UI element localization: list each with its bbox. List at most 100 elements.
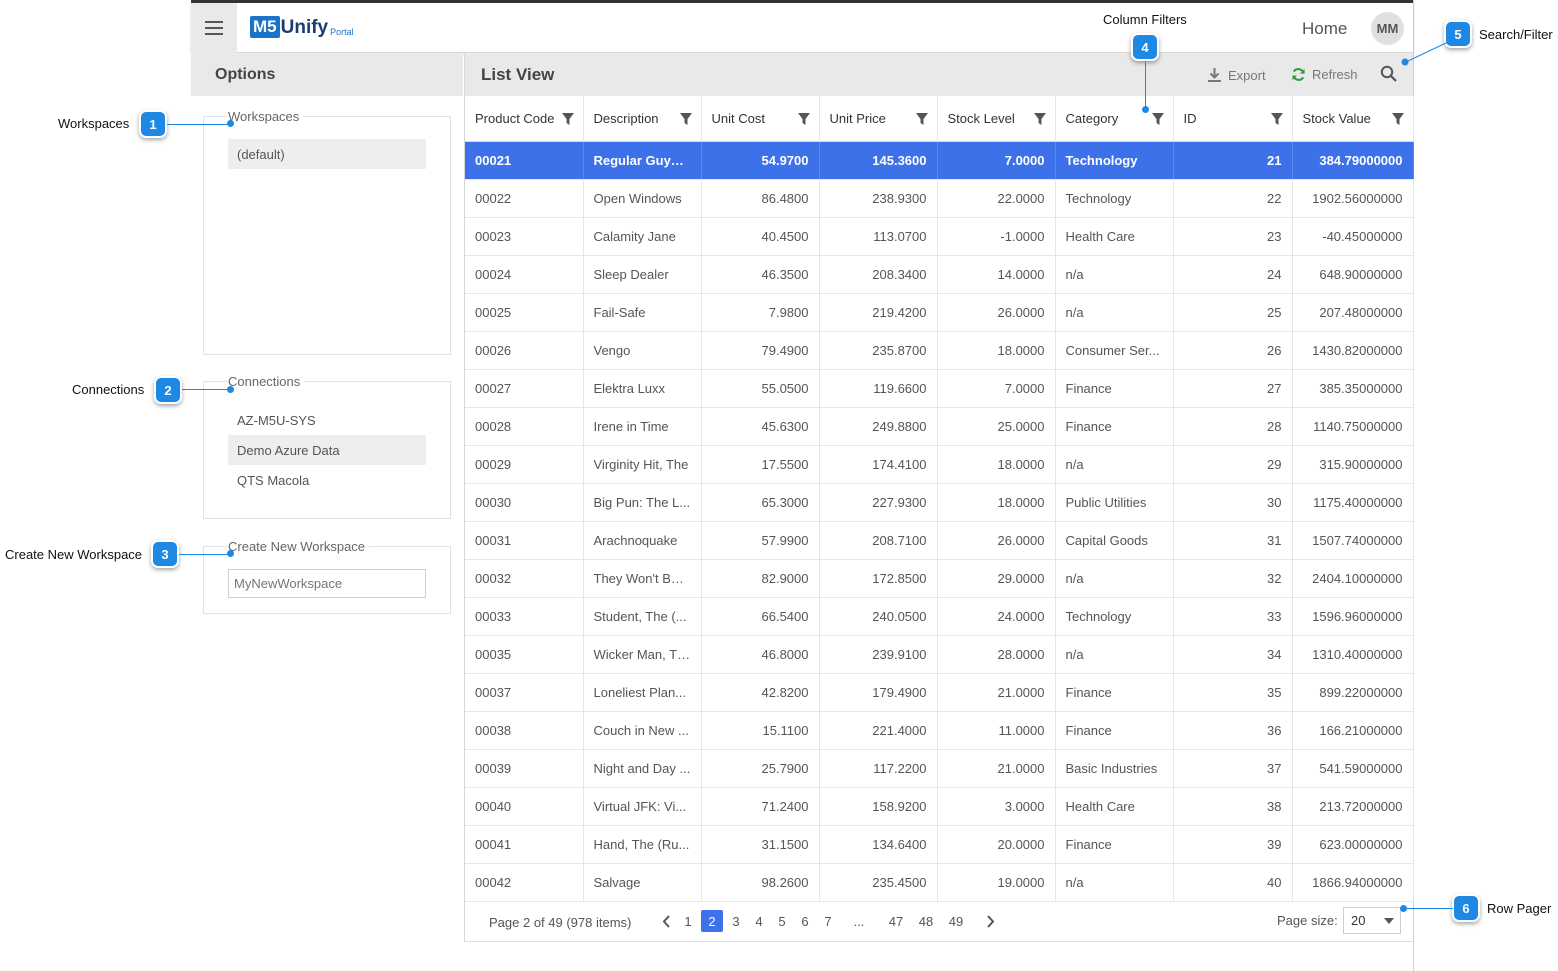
callout-badge-3: 3: [151, 540, 179, 568]
callout-label-workspaces: Workspaces: [58, 116, 130, 131]
table-row[interactable]: 00038 Couch in New ... 15.1100 221.4000 11.0…: [465, 711, 1414, 750]
page-button[interactable]: 2: [701, 910, 723, 932]
table-cell: 28.0000: [937, 635, 1056, 674]
table-row[interactable]: 00041 Hand, The (Ru... 31.1500 134.6400 20.0…: [465, 825, 1414, 864]
export-button[interactable]: Export: [1207, 67, 1266, 83]
table-row[interactable]: 00026 Vengo 79.4900 235.8700 18.0000 Consumer…: [465, 331, 1414, 370]
table-row[interactable]: 00042 Salvage 98.2600 235.4500 19.0000 n/a 40 1…: [465, 863, 1414, 902]
table-cell: 249.8800: [819, 407, 938, 446]
table-cell: They Won't Bel...: [583, 559, 702, 598]
column-header[interactable]: Unit Cost: [701, 96, 820, 142]
table-row[interactable]: 00030 Big Pun: The L... 65.3000 227.9300 18.…: [465, 483, 1414, 522]
table-row[interactable]: 00029 Virginity Hit, The 17.5500 174.4100 18…: [465, 445, 1414, 484]
page-button[interactable]: 1: [677, 910, 699, 932]
table-cell: 40.4500: [701, 217, 820, 256]
filter-icon[interactable]: [915, 113, 928, 128]
table-cell: Finance: [1055, 711, 1174, 750]
next-page-icon[interactable]: [979, 910, 1001, 932]
table-cell: 208.7100: [819, 521, 938, 560]
page-button[interactable]: 7: [817, 910, 839, 932]
column-header-label: Category: [1065, 110, 1119, 126]
list-view-title: List View: [481, 65, 555, 84]
table-row[interactable]: 00032 They Won't Bel... 82.9000 172.8500 29.…: [465, 559, 1414, 598]
table-cell: 33: [1173, 597, 1293, 636]
workspace-item-default[interactable]: (default): [228, 139, 426, 169]
table-cell: 21.0000: [937, 673, 1056, 712]
table-row[interactable]: 00027 Elektra Luxx 55.0500 119.6600 7.0000 Fi…: [465, 369, 1414, 408]
table-cell: Health Care: [1055, 217, 1174, 256]
export-label: Export: [1228, 67, 1266, 83]
new-workspace-input[interactable]: [228, 569, 426, 598]
table-cell: 25.7900: [701, 749, 820, 788]
table-row[interactable]: 00025 Fail-Safe 7.9800 219.4200 26.0000 n/a 25…: [465, 293, 1414, 332]
page-size-select[interactable]: 20: [1343, 907, 1401, 934]
table-row[interactable]: 00022 Open Windows 86.4800 238.9300 22.0000 T…: [465, 179, 1414, 218]
page-button[interactable]: 5: [771, 910, 793, 932]
page-button[interactable]: 47: [885, 910, 907, 932]
app-header: M5 Unify Portal Home MM: [191, 3, 1413, 53]
page-button[interactable]: 4: [748, 910, 770, 932]
table-row[interactable]: 00024 Sleep Dealer 46.3500 208.3400 14.0000 n…: [465, 255, 1414, 294]
table-row[interactable]: 00023 Calamity Jane 40.4500 113.0700 -1.0000…: [465, 217, 1414, 256]
filter-icon[interactable]: [1151, 113, 1164, 128]
refresh-label: Refresh: [1312, 67, 1358, 82]
table-cell: 40: [1173, 863, 1293, 902]
table-cell: Calamity Jane: [583, 217, 702, 256]
connection-item-selected[interactable]: Demo Azure Data: [228, 435, 426, 465]
table-row[interactable]: 00037 Loneliest Plan... 42.8200 179.4900 21.…: [465, 673, 1414, 712]
table-cell: Technology: [1055, 597, 1174, 636]
table-row[interactable]: 00031 Arachnoquake 57.9900 208.7100 26.0000 C…: [465, 521, 1414, 560]
table-row[interactable]: 00040 Virtual JFK: Vi... 71.2400 158.9200 3.…: [465, 787, 1414, 826]
table-cell: 899.22000000: [1292, 673, 1414, 712]
page-ellipsis: ...: [853, 913, 865, 929]
page-button[interactable]: 3: [725, 910, 747, 932]
column-header[interactable]: ID: [1173, 96, 1293, 142]
callout-dot: [1400, 905, 1407, 912]
table-cell: 31.1500: [701, 825, 820, 864]
home-link[interactable]: Home: [1302, 19, 1347, 39]
table-cell: 00025: [465, 293, 584, 332]
callout-badge-2: 2: [154, 376, 182, 404]
table-cell: Consumer Ser...: [1055, 331, 1174, 370]
filter-icon[interactable]: [1033, 113, 1046, 128]
table-row[interactable]: 00033 Student, The (... 66.5400 240.0500 24.…: [465, 597, 1414, 636]
connection-item[interactable]: AZ-M5U-SYS: [228, 405, 426, 435]
connection-item[interactable]: QTS Macola: [228, 465, 426, 495]
prev-page-icon[interactable]: [655, 910, 677, 932]
table-row[interactable]: 00039 Night and Day ... 25.7900 117.2200 21.…: [465, 749, 1414, 788]
refresh-button[interactable]: Refresh: [1291, 67, 1358, 82]
search-icon[interactable]: [1380, 65, 1398, 86]
table-cell: 1866.94000000: [1292, 863, 1414, 902]
table-cell: 18.0000: [937, 331, 1056, 370]
table-row[interactable]: 00035 Wicker Man, The 46.8000 239.9100 28.00…: [465, 635, 1414, 674]
filter-icon[interactable]: [1270, 113, 1283, 128]
column-header[interactable]: Stock Value: [1292, 96, 1414, 142]
column-header[interactable]: Product Code: [465, 96, 584, 142]
table-cell: 235.4500: [819, 863, 938, 902]
table-cell: n/a: [1055, 559, 1174, 598]
table-cell: 22.0000: [937, 179, 1056, 218]
page-size-label: Page size:: [1277, 913, 1338, 928]
column-header[interactable]: Stock Level: [937, 96, 1056, 142]
logo-unify: Unify: [280, 17, 329, 38]
filter-icon[interactable]: [679, 113, 692, 128]
create-workspace-group: Create New Workspace: [203, 539, 451, 614]
column-header[interactable]: Unit Price: [819, 96, 938, 142]
column-header[interactable]: Description: [583, 96, 702, 142]
page-button[interactable]: 48: [915, 910, 937, 932]
table-cell: Hand, The (Ru...: [583, 825, 702, 864]
callout-dot: [227, 550, 234, 557]
page-button[interactable]: 49: [945, 910, 967, 932]
filter-icon[interactable]: [797, 113, 810, 128]
page-button[interactable]: 6: [794, 910, 816, 932]
callout-line: [1404, 908, 1453, 909]
menu-icon[interactable]: [191, 3, 237, 53]
table-cell: 227.9300: [819, 483, 938, 522]
filter-icon[interactable]: [561, 113, 574, 128]
filter-icon[interactable]: [1391, 113, 1404, 128]
app-logo[interactable]: M5 Unify Portal: [250, 16, 354, 38]
workspaces-group: Workspaces (default): [203, 109, 451, 355]
column-header[interactable]: Category: [1055, 96, 1174, 142]
table-row[interactable]: 00021 Regular Guys (... 54.9700 145.3600 7.0…: [465, 141, 1414, 180]
table-row[interactable]: 00028 Irene in Time 45.6300 249.8800 25.0000…: [465, 407, 1414, 446]
